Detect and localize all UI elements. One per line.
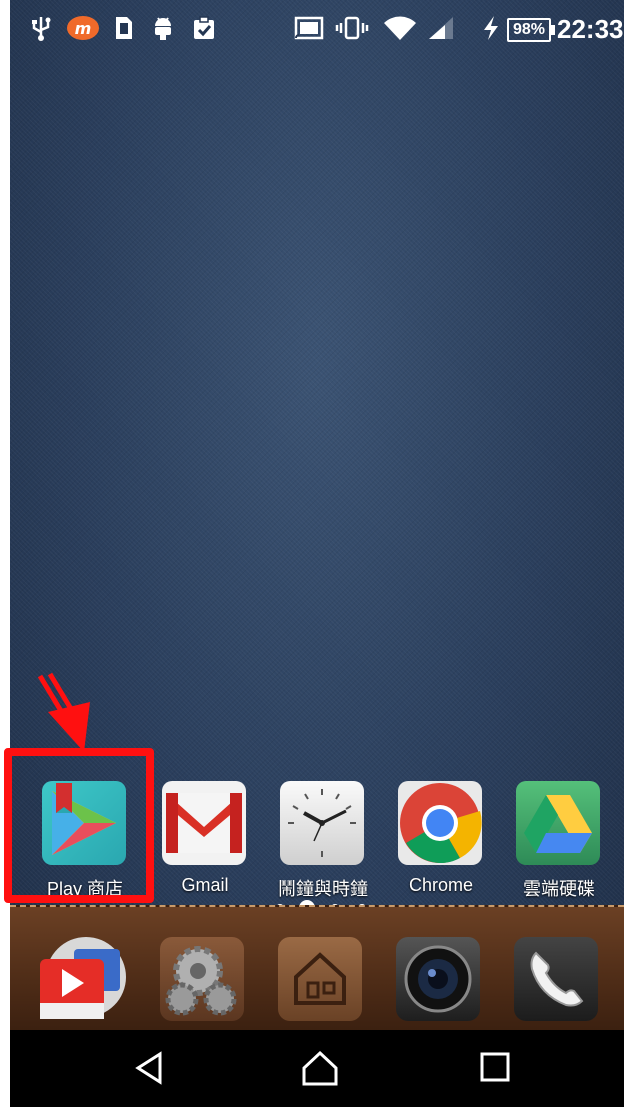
phone-screen: m 98% 22:33 Play 商店 Gmail 鬧鐘與時鐘 Chrome 雲… <box>10 0 624 1107</box>
settings-gear-icon[interactable] <box>160 937 244 1021</box>
dock <box>10 905 624 1032</box>
back-icon <box>135 1051 162 1085</box>
charging-icon <box>480 14 502 42</box>
android-icon <box>150 14 176 42</box>
navigation-bar <box>10 1030 624 1107</box>
svg-text:m: m <box>75 19 92 38</box>
annotation-arrow-icon <box>37 672 90 752</box>
home-icon <box>302 1050 338 1086</box>
battery-level: 98% <box>507 18 555 42</box>
status-bar: m 98% 22:33 <box>10 0 624 62</box>
highlight-box <box>4 748 154 903</box>
cast-icon <box>293 14 325 42</box>
clipboard-check-icon <box>190 14 218 42</box>
chrome-icon <box>398 781 482 865</box>
signal-icon <box>426 14 456 42</box>
recents-icon <box>480 1052 510 1082</box>
home-button[interactable] <box>300 1048 340 1088</box>
mobile-app-icon: m <box>66 14 100 42</box>
drive-icon <box>516 781 600 865</box>
vibrate-icon <box>334 14 370 42</box>
usb-icon <box>28 14 54 42</box>
recents-button[interactable] <box>478 1050 514 1086</box>
home-launcher-icon[interactable] <box>278 937 362 1021</box>
status-clock: 22:33 <box>557 14 624 44</box>
app-clock[interactable]: 鬧鐘與時鐘 <box>258 775 368 905</box>
app-gmail[interactable]: Gmail <box>140 775 250 905</box>
app-chrome[interactable]: Chrome <box>376 775 486 905</box>
app-label: 雲端硬碟 <box>523 879 595 899</box>
wifi-icon <box>382 14 418 42</box>
clock-icon <box>280 781 364 865</box>
sim-icon <box>113 14 135 42</box>
phone-icon[interactable] <box>514 937 598 1021</box>
camera-icon[interactable] <box>396 937 480 1021</box>
app-drive[interactable]: 雲端硬碟 <box>494 775 604 905</box>
video-player-icon[interactable] <box>38 937 126 1021</box>
back-button[interactable] <box>130 1048 170 1088</box>
gmail-icon <box>162 781 246 865</box>
